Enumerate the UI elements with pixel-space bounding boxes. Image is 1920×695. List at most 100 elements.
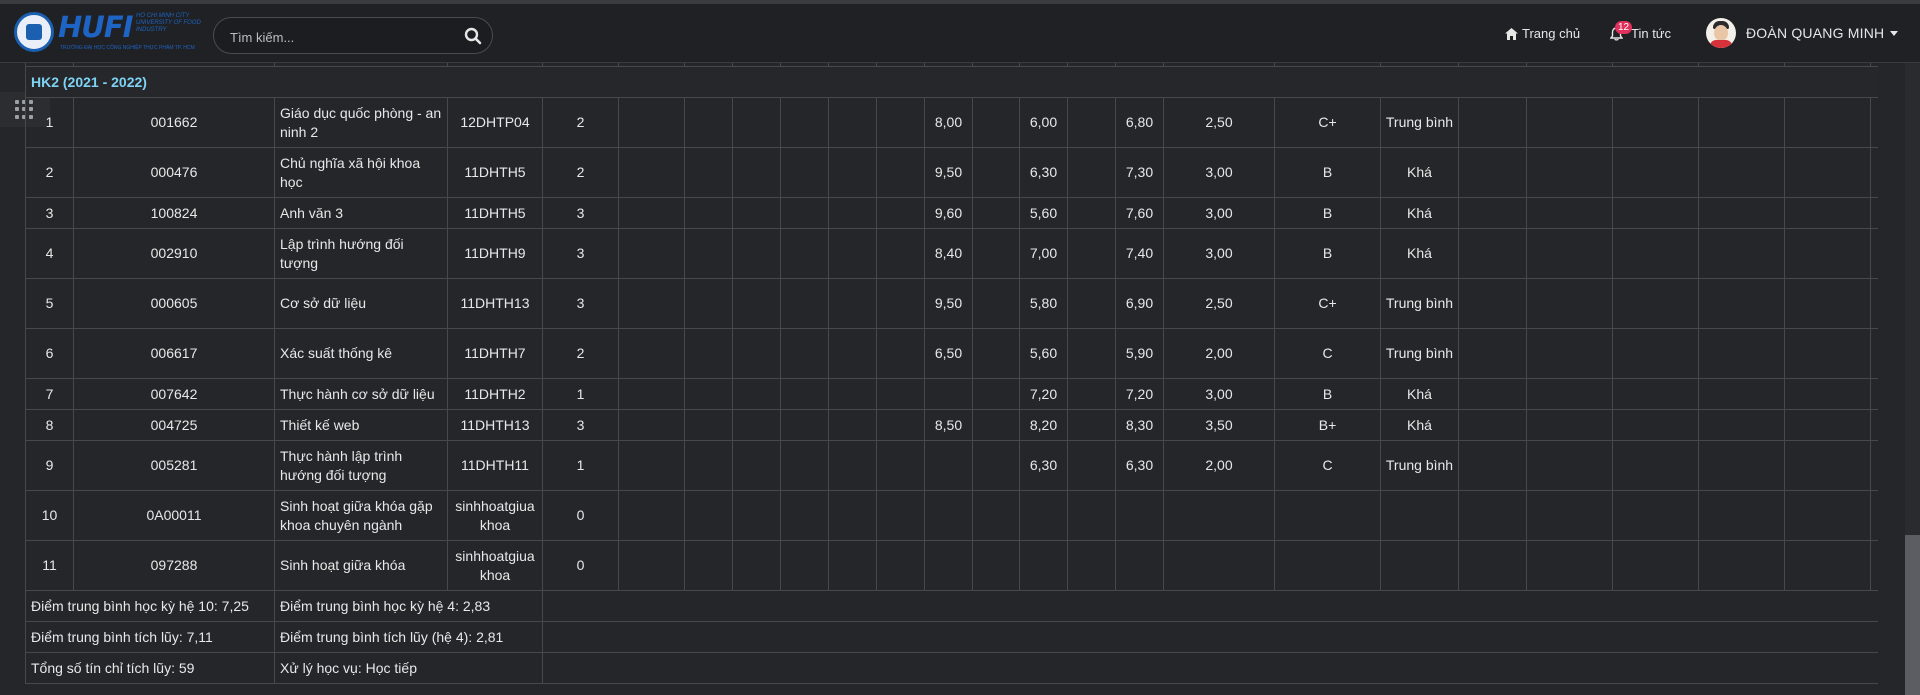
- cell-total-4: [1163, 490, 1275, 541]
- cell-index: 4: [25, 228, 74, 279]
- cell-letter-grade: B+: [1274, 409, 1381, 441]
- logo-wordmark: HUFI: [58, 10, 133, 44]
- cell-score-1: [924, 490, 973, 541]
- cell-class: sinhhoatgiua khoa: [447, 490, 543, 541]
- cell-empty: [1458, 490, 1527, 541]
- cell-empty: [1698, 97, 1785, 148]
- search-icon[interactable]: [464, 27, 482, 45]
- cell-score-1: 8,00: [924, 97, 973, 148]
- table-row: 11 097288 Sinh hoạt giữa khóa sinhhoatgiua …: [25, 540, 1878, 591]
- cell-empty: [1784, 490, 1871, 541]
- cell-index: 10: [25, 490, 74, 541]
- cell-rank: Trung bình: [1380, 328, 1459, 379]
- cell-total-10: 6,80: [1115, 97, 1164, 148]
- cell-score-2: 8,20: [1019, 409, 1068, 441]
- cell-credits: 2: [542, 328, 619, 379]
- search-input[interactable]: [228, 26, 452, 48]
- news-count-badge: 12: [1615, 21, 1633, 34]
- summary-filler: [542, 652, 1878, 684]
- cell-total-4: 2,00: [1163, 440, 1275, 491]
- user-name: ĐOÀN QUANG MINH: [1746, 25, 1885, 41]
- cell-class: 11DHTH5: [447, 197, 543, 229]
- cell-class: 11DHTH13: [447, 278, 543, 329]
- cell-total-10: 7,40: [1115, 228, 1164, 279]
- cell-score-2: 7,00: [1019, 228, 1068, 279]
- cell-empty: [1067, 147, 1116, 198]
- cell-empty: [1067, 409, 1116, 441]
- cell-course-name: Chủ nghĩa xã hội khoa học: [274, 147, 448, 198]
- cell-total-10: 6,30: [1115, 440, 1164, 491]
- cell-empty: [876, 97, 925, 148]
- cell-empty: [618, 97, 685, 148]
- cell-empty: [1458, 197, 1527, 229]
- cell-course-name: Sinh hoạt giữa khóa gặp khoa chuyên ngàn…: [274, 490, 448, 541]
- cell-empty: [828, 409, 877, 441]
- cell-empty: [1698, 490, 1785, 541]
- cell-empty: [828, 97, 877, 148]
- cell-empty: [684, 328, 733, 379]
- cell-total-4: 2,50: [1163, 278, 1275, 329]
- summary-academic-status: Xử lý học vụ: Học tiếp: [274, 652, 543, 684]
- cell-empty: [732, 440, 781, 491]
- scrollbar-thumb[interactable]: [1905, 535, 1920, 695]
- cell-score-2: 5,80: [1019, 278, 1068, 329]
- cell-empty: [1784, 540, 1871, 591]
- cell-total-10: [1115, 490, 1164, 541]
- cell-course-name: Lập trình hướng đối tượng: [274, 228, 448, 279]
- cell-empty: [684, 97, 733, 148]
- cell-empty: [1870, 440, 1878, 491]
- cell-rank: Trung bình: [1380, 440, 1459, 491]
- cell-score-2: 7,20: [1019, 378, 1068, 410]
- cell-empty: [780, 328, 829, 379]
- cell-course-name: Thực hành cơ sở dữ liệu: [274, 378, 448, 410]
- cell-credits: 2: [542, 97, 619, 148]
- cell-empty: [618, 378, 685, 410]
- cell-empty: [732, 97, 781, 148]
- cell-course-code: 100824: [73, 197, 275, 229]
- cell-empty: [1612, 97, 1699, 148]
- cell-empty: [1870, 147, 1878, 198]
- cell-class: 11DHTH11: [447, 440, 543, 491]
- cell-empty: [732, 278, 781, 329]
- cell-empty: [876, 440, 925, 491]
- table-row: 3 100824 Anh văn 3 11DHTH5 3 9,60 5,60 7,60 3,00…: [25, 197, 1878, 229]
- cell-empty: [1698, 228, 1785, 279]
- cell-empty: [780, 409, 829, 441]
- cell-course-code: 007642: [73, 378, 275, 410]
- cell-score-2: 6,30: [1019, 147, 1068, 198]
- summary-gpa4-semester: Điểm trung bình học kỳ hệ 4: 2,83: [274, 590, 543, 622]
- cell-rank: Khá: [1380, 409, 1459, 441]
- table-row: 8 004725 Thiết kế web 11DHTH13 3 8,50 8,20 8,30…: [25, 409, 1878, 441]
- university-seal-icon: [14, 12, 54, 52]
- hufi-logo[interactable]: HUFI HO CHI MINH CITY UNIVERSITY OF FOOD…: [14, 10, 208, 54]
- cell-course-name: Thiết kế web: [274, 409, 448, 441]
- cell-empty: [1067, 97, 1116, 148]
- cell-empty: [1612, 378, 1699, 410]
- summary-row: Tổng số tín chỉ tích lũy: 59 Xử lý học vụ…: [25, 652, 1878, 684]
- user-menu[interactable]: ĐOÀN QUANG MINH: [1706, 18, 1899, 48]
- cell-empty: [780, 378, 829, 410]
- cell-course-code: 004725: [73, 409, 275, 441]
- cell-total-10: 7,60: [1115, 197, 1164, 229]
- cell-empty: [828, 440, 877, 491]
- cell-empty: [1612, 278, 1699, 329]
- cell-total-10: [1115, 540, 1164, 591]
- cell-empty: [1612, 440, 1699, 491]
- cell-rank: Khá: [1380, 197, 1459, 229]
- cell-empty: [1698, 409, 1785, 441]
- cell-empty: [1698, 440, 1785, 491]
- cell-empty: [780, 97, 829, 148]
- cell-empty: [1784, 97, 1871, 148]
- cell-letter-grade: B: [1274, 147, 1381, 198]
- cell-total-4: [1163, 540, 1275, 591]
- nav-home-link[interactable]: Trang chủ: [1505, 26, 1580, 41]
- cell-credits: 1: [542, 440, 619, 491]
- cell-index: 9: [25, 440, 74, 491]
- cell-empty: [972, 490, 1020, 541]
- cell-empty: [684, 197, 733, 229]
- summary-row: Điểm trung bình học kỳ hệ 10: 7,25 Điểm t…: [25, 590, 1878, 622]
- cell-empty: [972, 97, 1020, 148]
- cell-course-name: Xác suất thống kê: [274, 328, 448, 379]
- cell-score-2: 5,60: [1019, 328, 1068, 379]
- cell-empty: [618, 540, 685, 591]
